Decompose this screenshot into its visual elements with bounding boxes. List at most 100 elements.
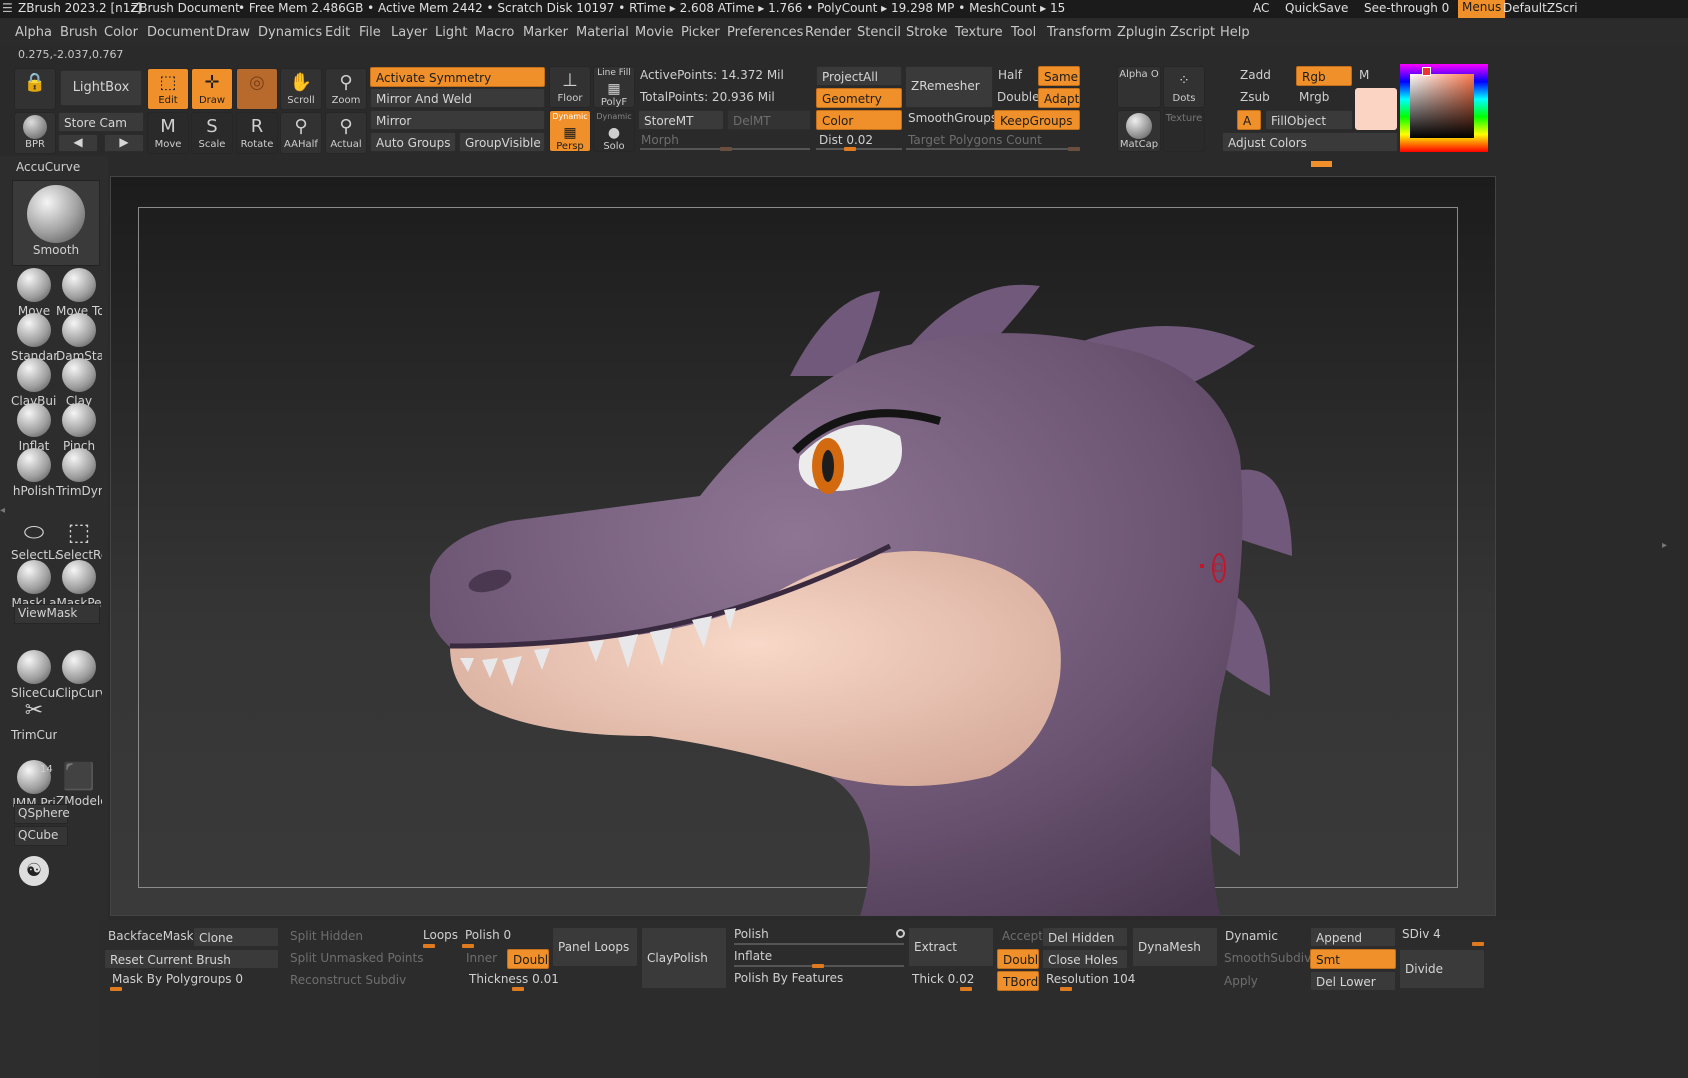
dynamesh-button[interactable]: DynaMesh xyxy=(1132,927,1218,967)
brush-slicecurve[interactable]: SliceCur xyxy=(11,650,57,700)
inner-button[interactable]: Inner xyxy=(466,951,497,965)
del-hidden-button[interactable]: Del Hidden xyxy=(1042,927,1128,947)
menu-layer[interactable]: Layer xyxy=(391,25,427,40)
menu-alpha[interactable]: Alpha xyxy=(15,25,52,40)
geometry-toggle[interactable]: Geometry xyxy=(816,88,902,108)
brush-clipcurve[interactable]: ClipCurv xyxy=(56,650,102,700)
m-button[interactable]: M xyxy=(1359,68,1369,82)
resolution-knob[interactable] xyxy=(1060,987,1072,991)
menu-transform[interactable]: Transform xyxy=(1047,25,1112,40)
material-swatch-button[interactable]: ◎ xyxy=(236,68,278,110)
menu-stencil[interactable]: Stencil xyxy=(857,25,901,40)
polish-radio-icon[interactable] xyxy=(896,929,905,938)
double-zremesh-button[interactable]: Double xyxy=(997,90,1040,104)
camera-prev-button[interactable]: ◀ xyxy=(58,134,98,152)
see-through-slider[interactable]: See-through 0 xyxy=(1364,1,1449,15)
a-button[interactable]: A xyxy=(1237,110,1261,130)
zoom-button[interactable]: ⚲ Zoom xyxy=(325,68,367,110)
mirror-button[interactable]: Mirror xyxy=(370,110,545,130)
rotate-mode-button[interactable]: R Rotate xyxy=(236,112,278,154)
dist-slider[interactable]: Dist 0.02 xyxy=(819,133,873,147)
current-brush-button[interactable]: Smooth xyxy=(12,180,100,266)
linefill-polyf-button[interactable]: Line Fill ▦ PolyF xyxy=(593,66,635,108)
brush-trimdynamic[interactable]: TrimDyr xyxy=(56,448,102,498)
brush-damstandard[interactable]: DamSta xyxy=(56,313,102,363)
adapt-button[interactable]: Adapt xyxy=(1038,88,1080,108)
solo-button[interactable]: Dynamic ● Solo xyxy=(593,110,635,152)
color-picker-square[interactable] xyxy=(1410,74,1474,138)
backfacemask-button[interactable]: BackfaceMask xyxy=(108,929,194,943)
projectall-button[interactable]: ProjectAll xyxy=(816,66,902,86)
keepgroups-button[interactable]: KeepGroups xyxy=(994,110,1080,130)
color-picker[interactable] xyxy=(1400,64,1488,152)
panel-loops-button[interactable]: Panel Loops xyxy=(552,927,638,967)
dragon-head-model[interactable] xyxy=(110,176,1496,916)
menu-movie[interactable]: Movie xyxy=(635,25,673,40)
qsphere-button[interactable]: QSphere xyxy=(14,804,70,824)
accept-button[interactable]: Accept xyxy=(1002,929,1043,943)
fillobject-button[interactable]: FillObject xyxy=(1265,110,1353,130)
tborder-button[interactable]: TBorde xyxy=(997,971,1039,991)
menu-brush[interactable]: Brush xyxy=(60,25,98,40)
store-cam-button[interactable]: Store Cam xyxy=(58,112,144,132)
mrgb-button[interactable]: Mrgb xyxy=(1299,90,1329,104)
home-lock-button[interactable]: 🔒 xyxy=(14,68,56,110)
zbrush-logo-button[interactable]: ☯ xyxy=(19,856,49,886)
menu-light[interactable]: Light xyxy=(435,25,467,40)
target-polygons-slider[interactable]: Target Polygons Count xyxy=(908,133,1042,147)
brush-hpolish[interactable]: hPolish xyxy=(11,448,57,498)
thickness-slider[interactable]: Thickness 0.01 xyxy=(469,972,559,986)
inflate-knob[interactable] xyxy=(812,964,824,968)
menu-document[interactable]: Document xyxy=(147,25,214,40)
right-tray-collapse-handle[interactable]: ▸ xyxy=(1662,540,1670,556)
morph-slider[interactable]: Morph xyxy=(641,133,679,147)
menu-texture[interactable]: Texture xyxy=(955,25,1003,40)
split-hidden-button[interactable]: Split Hidden xyxy=(290,929,363,943)
dist-knob[interactable] xyxy=(844,147,856,151)
menu-file[interactable]: File xyxy=(359,25,381,40)
menu-macro[interactable]: Macro xyxy=(475,25,514,40)
draw-mode-button[interactable]: ✛ Draw xyxy=(191,68,233,110)
menu-zscript[interactable]: Zscript xyxy=(1170,25,1215,40)
move-mode-button[interactable]: M Move xyxy=(147,112,189,154)
adjust-colors-button[interactable]: Adjust Colors xyxy=(1222,132,1398,152)
inflate-slider[interactable]: Inflate xyxy=(734,949,772,963)
lightbox-button[interactable]: LightBox xyxy=(60,70,142,106)
menu-render[interactable]: Render xyxy=(805,25,851,40)
brush-selectlasso[interactable]: ⬭ SelectLa xyxy=(11,516,57,562)
resolution-slider[interactable]: Resolution 104 xyxy=(1046,972,1135,986)
brush-move[interactable]: Move xyxy=(11,268,57,318)
thickness-knob[interactable] xyxy=(512,987,524,991)
loops-button[interactable]: Loops xyxy=(423,928,458,942)
auto-groups-button[interactable]: Auto Groups xyxy=(370,132,456,152)
extract-button[interactable]: Extract xyxy=(908,927,994,967)
double-extract-button[interactable]: Double xyxy=(507,949,549,969)
brush-clay[interactable]: Clay xyxy=(56,358,102,408)
polish-slider[interactable]: Polish xyxy=(734,927,769,941)
menu-draw[interactable]: Draw xyxy=(216,25,250,40)
menu-picker[interactable]: Picker xyxy=(681,25,720,40)
claypolish-button[interactable]: ClayPolish xyxy=(641,927,727,989)
menu-edit[interactable]: Edit xyxy=(325,25,350,40)
zadd-button[interactable]: Zadd xyxy=(1240,68,1271,82)
brush-standard[interactable]: Standar xyxy=(11,313,57,363)
delmt-button[interactable]: DelMT xyxy=(727,110,811,130)
divide-button[interactable]: Divide xyxy=(1399,949,1485,989)
same-button[interactable]: Same xyxy=(1038,66,1080,86)
persp-button[interactable]: Dynamic ▦ Persp xyxy=(549,110,591,152)
mask-by-polygroups-slider[interactable]: Mask By Polygroups 0 xyxy=(112,972,243,986)
split-unmasked-button[interactable]: Split Unmasked Points xyxy=(290,951,424,965)
polish-zero-knob[interactable] xyxy=(462,944,474,948)
brush-move-topological[interactable]: Move To xyxy=(56,268,102,318)
floor-button[interactable]: ⊥ Floor xyxy=(549,66,591,108)
clone-button[interactable]: Clone xyxy=(193,927,279,947)
brush-inflate[interactable]: Inflat xyxy=(11,403,57,453)
camera-next-button[interactable]: ▶ xyxy=(104,134,144,152)
actual-button[interactable]: ⚲ Actual xyxy=(325,112,367,154)
menu-marker[interactable]: Marker xyxy=(523,25,568,40)
del-lower-button[interactable]: Del Lower xyxy=(1310,971,1396,991)
bpr-button[interactable]: BPR xyxy=(14,112,56,154)
scale-mode-button[interactable]: S Scale xyxy=(191,112,233,154)
polish-zero-slider[interactable]: Polish 0 xyxy=(465,928,511,942)
polish-by-features-slider[interactable]: Polish By Features xyxy=(734,971,843,985)
